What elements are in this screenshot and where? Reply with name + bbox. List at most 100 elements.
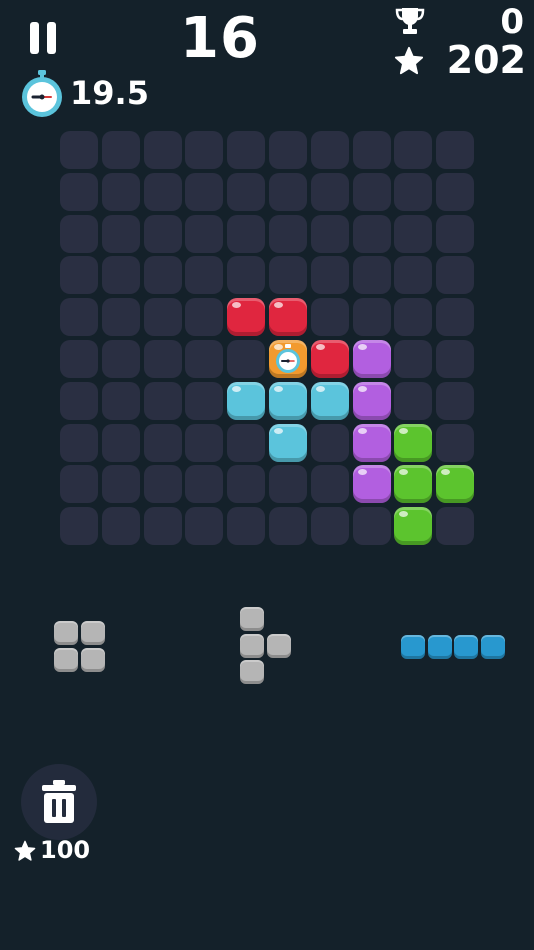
- purple-block: [352, 340, 391, 378]
- board-cell[interactable]: [394, 381, 433, 420]
- board-cell[interactable]: [394, 172, 433, 211]
- board-cell[interactable]: [269, 507, 307, 546]
- board-cell[interactable]: [143, 507, 182, 546]
- board-cell[interactable]: [101, 172, 140, 211]
- board-cell[interactable]: [143, 131, 182, 169]
- board-cell[interactable]: [436, 381, 475, 420]
- pause-button[interactable]: [28, 22, 58, 56]
- purple-block: [352, 423, 391, 462]
- board-cell[interactable]: [394, 214, 433, 253]
- board-cell[interactable]: [352, 507, 391, 546]
- board-cell[interactable]: [436, 298, 475, 337]
- board-cell[interactable]: [310, 256, 349, 295]
- board-cell[interactable]: [352, 298, 391, 337]
- board-cell[interactable]: [143, 172, 182, 211]
- board-cell[interactable]: [101, 381, 140, 420]
- board-cell[interactable]: [436, 172, 475, 211]
- board-cell[interactable]: [185, 172, 224, 211]
- board-cell[interactable]: [60, 298, 98, 337]
- board-cell[interactable]: [143, 381, 182, 420]
- board-cell[interactable]: [269, 465, 307, 504]
- board-cell[interactable]: [227, 214, 266, 253]
- board-cell[interactable]: [143, 256, 182, 295]
- board-cell[interactable]: [143, 465, 182, 504]
- board-cell[interactable]: [101, 423, 140, 462]
- board-cell[interactable]: [352, 214, 391, 253]
- board-cell[interactable]: [227, 256, 266, 295]
- board-cell[interactable]: [60, 423, 98, 462]
- board-cell[interactable]: [185, 131, 224, 169]
- board-cell[interactable]: [352, 131, 391, 169]
- board-cell[interactable]: [185, 298, 224, 337]
- board-cell[interactable]: [310, 214, 349, 253]
- board-cell[interactable]: [60, 256, 98, 295]
- board-cell[interactable]: [143, 298, 182, 337]
- board-cell[interactable]: [60, 340, 98, 378]
- board-cell[interactable]: [143, 340, 182, 378]
- board-cell[interactable]: [185, 214, 224, 253]
- board-cell[interactable]: [436, 256, 475, 295]
- board-cell[interactable]: [310, 423, 349, 462]
- board-cell[interactable]: [269, 214, 307, 253]
- board-cell[interactable]: [310, 465, 349, 504]
- board-cell[interactable]: [310, 507, 349, 546]
- board-cell[interactable]: [394, 340, 433, 378]
- best-score-value: 0: [500, 2, 524, 42]
- board-cell[interactable]: [101, 214, 140, 253]
- board-cell[interactable]: [227, 340, 266, 378]
- board-cell[interactable]: [101, 256, 140, 295]
- stars-value: 202: [446, 38, 526, 82]
- timer-value: 19.5: [70, 74, 149, 112]
- board-cell[interactable]: [185, 465, 224, 504]
- board-cell[interactable]: [352, 256, 391, 295]
- board-cell[interactable]: [436, 214, 475, 253]
- board-cell[interactable]: [185, 507, 224, 546]
- board-cell[interactable]: [101, 340, 140, 378]
- board-cell[interactable]: [436, 507, 475, 546]
- board-cell[interactable]: [227, 131, 266, 169]
- board-cell[interactable]: [143, 214, 182, 253]
- board-cell[interactable]: [101, 298, 140, 337]
- green-block: [394, 423, 433, 462]
- board-cell[interactable]: [185, 256, 224, 295]
- red-block: [310, 340, 349, 378]
- board-cell[interactable]: [60, 465, 98, 504]
- game-board[interactable]: [60, 131, 478, 549]
- board-cell[interactable]: [101, 465, 140, 504]
- board-cell[interactable]: [227, 423, 266, 462]
- cost-star-icon: [14, 840, 36, 862]
- board-cell[interactable]: [310, 298, 349, 337]
- pause-icon-bar-right: [47, 22, 56, 54]
- piece-block: [54, 647, 78, 672]
- board-cell[interactable]: [185, 340, 224, 378]
- board-cell[interactable]: [185, 381, 224, 420]
- board-cell[interactable]: [436, 340, 475, 378]
- board-cell[interactable]: [310, 131, 349, 169]
- board-cell[interactable]: [101, 131, 140, 169]
- purple-block: [352, 465, 391, 504]
- board-cell[interactable]: [269, 131, 307, 169]
- board-cell[interactable]: [227, 507, 266, 546]
- board-cell[interactable]: [269, 256, 307, 295]
- board-cell[interactable]: [436, 423, 475, 462]
- board-cell[interactable]: [143, 423, 182, 462]
- board-cell[interactable]: [60, 172, 98, 211]
- board-cell[interactable]: [227, 172, 266, 211]
- board-cell[interactable]: [310, 172, 349, 211]
- board-cell[interactable]: [352, 172, 391, 211]
- board-cell[interactable]: [394, 298, 433, 337]
- board-cell[interactable]: [394, 131, 433, 169]
- board-cell[interactable]: [101, 507, 140, 546]
- board-cell[interactable]: [60, 214, 98, 253]
- trash-button[interactable]: [21, 764, 97, 840]
- board-cell[interactable]: [60, 381, 98, 420]
- board-cell[interactable]: [269, 172, 307, 211]
- board-cell[interactable]: [227, 465, 266, 504]
- piece-block: [240, 607, 264, 631]
- piece-block: [454, 635, 478, 659]
- board-cell[interactable]: [60, 131, 98, 169]
- board-cell[interactable]: [436, 131, 475, 169]
- board-cell[interactable]: [60, 507, 98, 546]
- board-cell[interactable]: [394, 256, 433, 295]
- board-cell[interactable]: [185, 423, 224, 462]
